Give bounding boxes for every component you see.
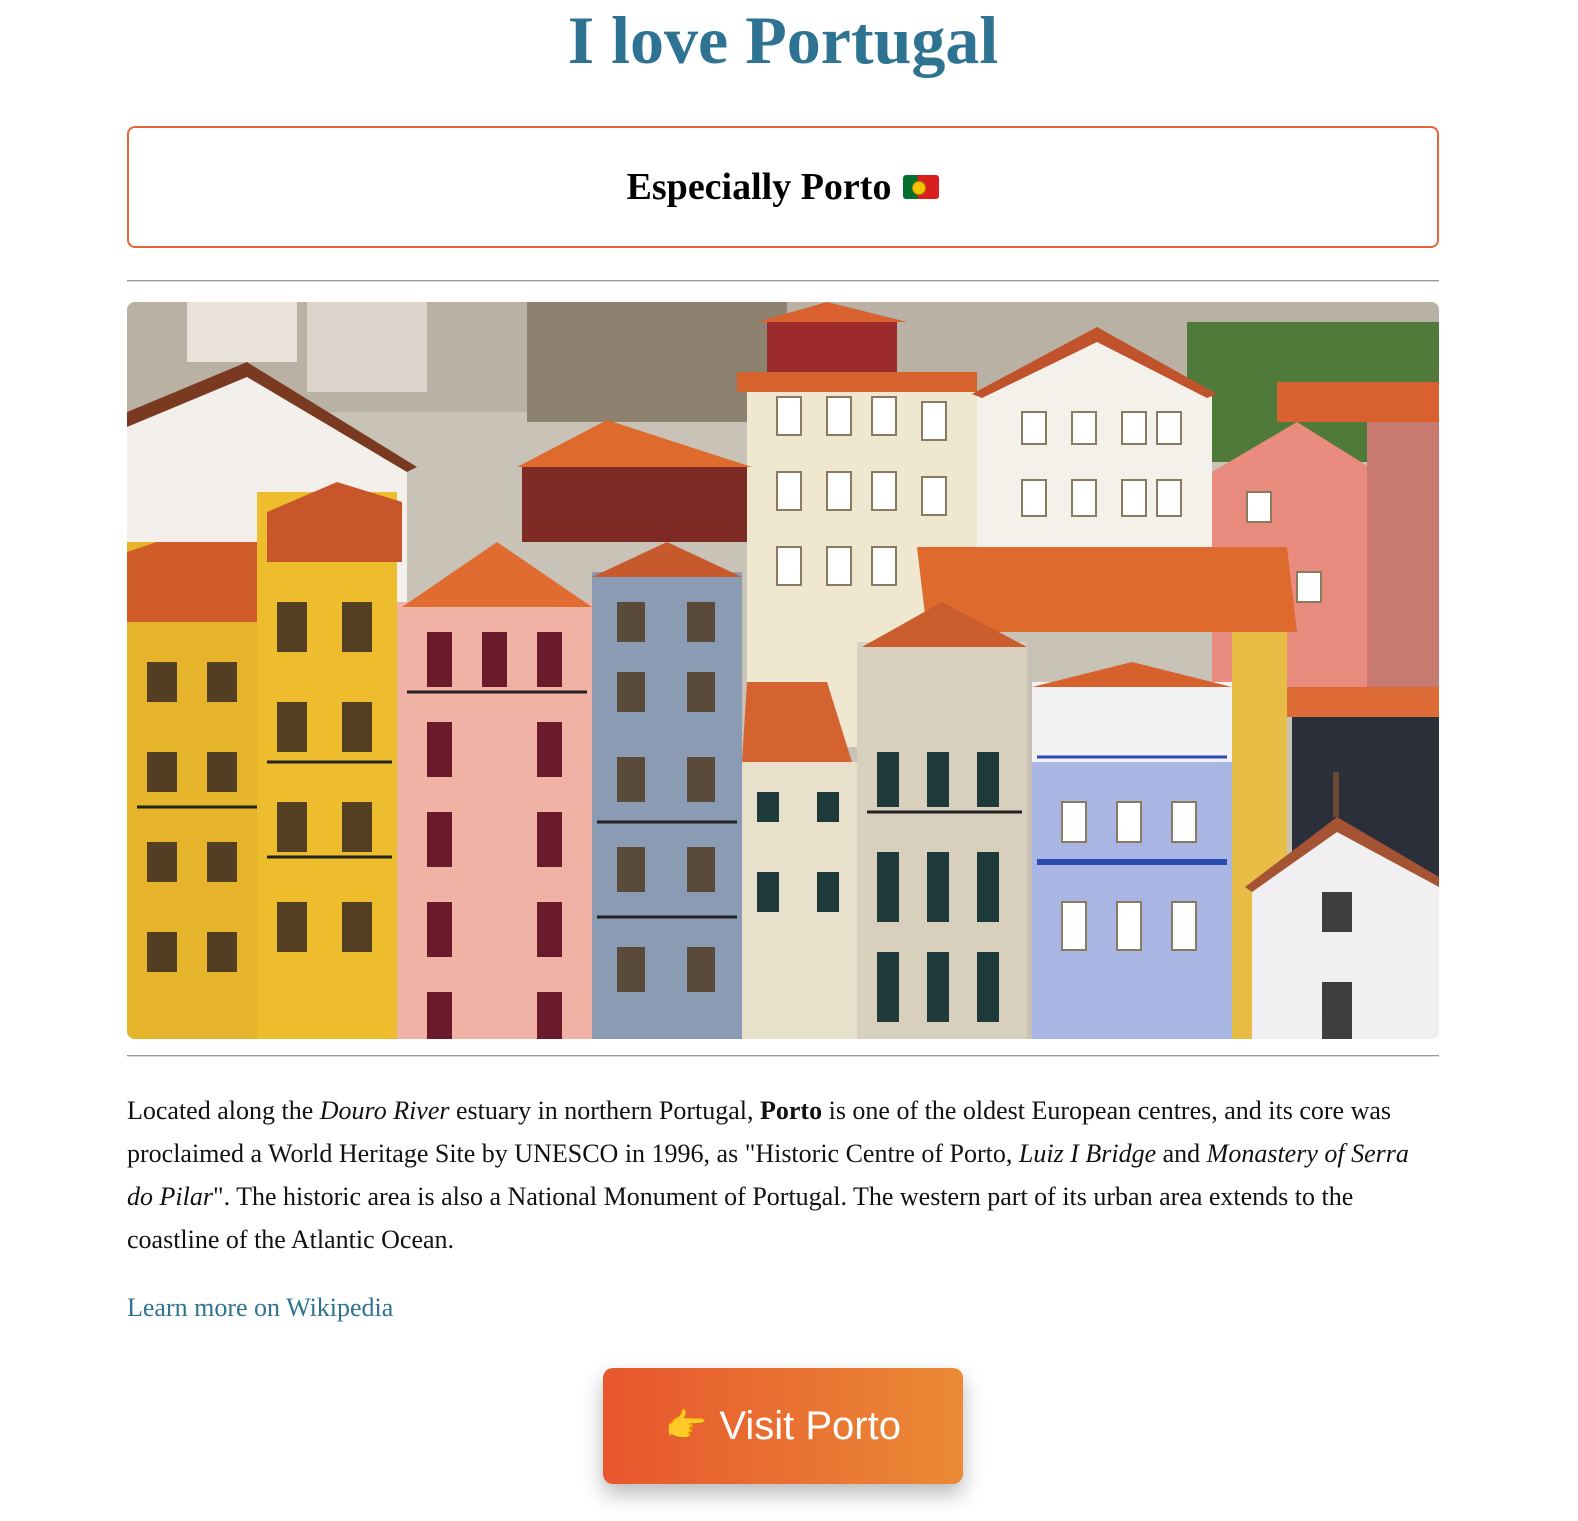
subtitle-text: Especially Porto (626, 166, 892, 208)
desc-river: Douro River (319, 1096, 450, 1125)
page-container: I love Portugal Especially Porto Located… (127, 0, 1439, 1484)
wikipedia-link[interactable]: Learn more on Wikipedia (127, 1293, 393, 1323)
desc-text-5: ". The historic area is also a National … (127, 1182, 1354, 1254)
visit-porto-label: Visit Porto (719, 1403, 901, 1448)
pointing-hand-icon: 👉 (665, 1407, 708, 1445)
hero-image (127, 302, 1439, 1039)
desc-bridge: Luiz I Bridge (1018, 1139, 1157, 1168)
divider-bottom (127, 1055, 1439, 1057)
description-paragraph: Located along the Douro River estuary in… (127, 1089, 1439, 1261)
desc-text-4: and (1156, 1139, 1207, 1168)
page-title: I love Portugal (567, 2, 999, 78)
visit-porto-button[interactable]: 👉 Visit Porto (603, 1368, 963, 1484)
subtitle-card: Especially Porto (127, 126, 1439, 248)
portugal-flag-icon (903, 175, 940, 199)
desc-text-1: Located along the (127, 1096, 320, 1125)
desc-city: Porto (760, 1096, 823, 1125)
porto-houses-illustration (127, 302, 1439, 1039)
desc-text-2: estuary in northern Portugal, (449, 1096, 760, 1125)
subtitle-heading: Especially Porto (627, 165, 940, 209)
divider-top (127, 280, 1439, 282)
